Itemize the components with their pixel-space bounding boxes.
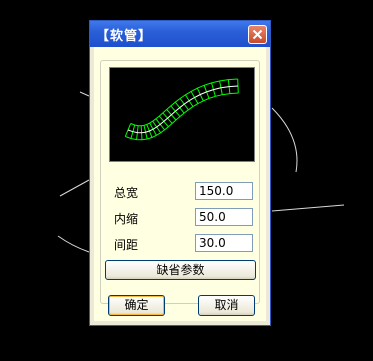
hose-dialog: 【软管】 总宽 内缩 间距 缺省参数 确定 取消 xyxy=(89,20,271,326)
close-button[interactable] xyxy=(248,25,267,44)
default-params-button[interactable]: 缺省参数 xyxy=(105,260,256,280)
spacing-input[interactable] xyxy=(195,234,253,252)
cancel-button[interactable]: 取消 xyxy=(198,295,255,316)
dialog-client-area: 总宽 内缩 间距 缺省参数 确定 取消 xyxy=(94,47,266,321)
inset-input[interactable] xyxy=(195,208,253,226)
close-icon xyxy=(252,29,263,40)
spacing-label: 间距 xyxy=(114,238,139,252)
dialog-title: 【软管】 xyxy=(96,29,153,44)
total-width-label: 总宽 xyxy=(114,186,139,200)
total-width-input[interactable] xyxy=(195,182,253,200)
hose-preview-drawing xyxy=(124,78,239,141)
title-bar[interactable]: 【软管】 xyxy=(90,21,270,47)
ok-button[interactable]: 确定 xyxy=(108,295,165,316)
hose-preview xyxy=(109,67,255,162)
inset-label: 内缩 xyxy=(114,212,139,226)
hose-outline xyxy=(130,78,238,127)
